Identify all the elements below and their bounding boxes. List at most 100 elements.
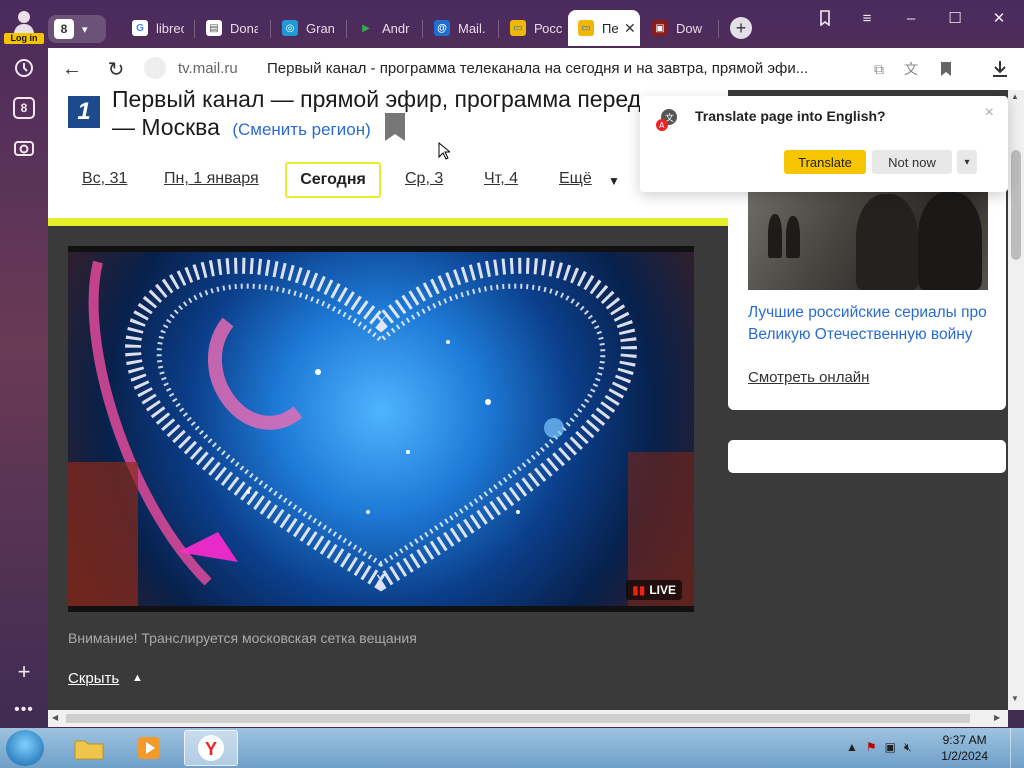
screenshot-camera-icon[interactable]: [8, 132, 40, 164]
channel-logo[interactable]: 1: [68, 96, 100, 128]
day-link-mon[interactable]: Пн, 1 января: [164, 170, 259, 188]
scroll-left-arrow-icon[interactable]: ◀: [52, 713, 58, 722]
more-days-link[interactable]: Ещё: [559, 170, 592, 188]
heart-lace-graphic: [68, 257, 694, 606]
header-accent-bar: [48, 218, 728, 226]
back-arrow-icon[interactable]: ←: [58, 56, 86, 82]
video-frame[interactable]: [68, 252, 694, 606]
vertical-scroll-thumb[interactable]: [1011, 150, 1021, 260]
tab-count-number: 8: [54, 19, 74, 39]
start-button-icon[interactable]: [6, 730, 44, 766]
play-icon: ▶: [362, 22, 370, 34]
translate-popup: 文A Translate page into English? × Transl…: [640, 96, 1008, 192]
program-header: 1 Первый канал — прямой эфир, программа …: [48, 90, 728, 218]
mouse-cursor-icon: [438, 141, 452, 160]
address-domain[interactable]: tv.mail.ru: [178, 60, 238, 77]
show-desktop-button[interactable]: [1010, 728, 1024, 768]
close-popup-icon[interactable]: ×: [985, 104, 994, 122]
download-site-icon: ▣: [652, 20, 668, 36]
downloads-icon[interactable]: [986, 56, 1014, 82]
tray-flag-icon[interactable]: ⚑: [866, 740, 877, 755]
translate-icon: 文A: [656, 108, 678, 132]
history-clock-icon[interactable]: [8, 52, 40, 84]
promo-title-link[interactable]: Лучшие российские сериалы про Великую От…: [748, 302, 988, 346]
tray-expand-icon[interactable]: ▲: [846, 740, 858, 755]
media-player-icon[interactable]: [122, 730, 176, 766]
tab-ross[interactable]: ▭ Росс: [500, 10, 568, 46]
new-tab-plus-icon[interactable]: +: [730, 17, 752, 39]
reload-icon[interactable]: ↻: [102, 56, 130, 82]
vertical-scrollbar[interactable]: ▲ ▼: [1008, 90, 1024, 710]
watch-online-link[interactable]: Смотреть онлайн: [748, 369, 869, 386]
translate-button[interactable]: Translate: [784, 150, 866, 174]
document-icon: ▤: [206, 20, 222, 36]
google-icon: G: [132, 20, 148, 36]
tray-network-icon[interactable]: ▣: [885, 740, 896, 755]
tray-volume-muted-icon[interactable]: 🔇︎: [904, 740, 912, 755]
maximize-icon[interactable]: ☐: [944, 8, 966, 28]
translate-toolbar-icon[interactable]: 文: [897, 56, 925, 82]
login-label[interactable]: Log in: [4, 33, 44, 44]
horizontal-scroll-thumb[interactable]: [66, 714, 970, 723]
live-video-player[interactable]: ▮▮ LIVE: [68, 246, 694, 612]
translate-options-chevron-icon[interactable]: ▾: [957, 150, 977, 174]
hide-player-link[interactable]: Скрыть: [68, 670, 119, 687]
day-today-tab[interactable]: Сегодня: [285, 162, 381, 198]
tab-dow[interactable]: ▣ Dow: [642, 10, 716, 46]
collections-icon[interactable]: [814, 8, 836, 28]
tab-andr[interactable]: ▶ Andr: [348, 10, 422, 46]
menu-hamburger-icon[interactable]: ≡: [856, 8, 878, 28]
add-panel-plus-icon[interactable]: +: [8, 656, 40, 688]
caret-down-icon[interactable]: ▼: [608, 174, 620, 188]
tabs-counter-icon[interactable]: 8: [8, 92, 40, 124]
scroll-down-arrow-icon[interactable]: ▼: [1011, 694, 1019, 703]
reader-mode-icon[interactable]: ⧉: [865, 56, 893, 82]
clock-time: 9:37 AM: [942, 733, 987, 747]
taskbar-clock[interactable]: 9:37 AM 1/2/2024: [941, 732, 988, 764]
close-tab-icon[interactable]: ✕: [624, 20, 636, 37]
change-region-link[interactable]: (Сменить регион): [232, 120, 370, 139]
tab-title: Dona: [230, 20, 258, 36]
mail-icon: @: [434, 20, 450, 36]
day-link-thu[interactable]: Чт, 4: [484, 170, 518, 188]
address-page-title[interactable]: Первый канал - программа телеканала на с…: [267, 60, 808, 77]
site-lock-icon[interactable]: [144, 57, 166, 79]
tv-icon: ▭: [510, 20, 526, 36]
bookmark-icon[interactable]: [384, 112, 406, 142]
tab-title: Пе: [602, 20, 618, 36]
tab-librec[interactable]: G librec: [122, 10, 192, 46]
live-badge: ▮▮ LIVE: [626, 580, 682, 600]
bookmark-toolbar-icon[interactable]: [932, 56, 960, 82]
minimize-icon[interactable]: –: [900, 8, 922, 28]
chevron-down-icon: ▾: [82, 23, 88, 36]
svg-text:Y: Y: [205, 739, 217, 759]
tab-group-counter[interactable]: 8 ▾: [48, 15, 106, 43]
page-title-region: — Москва: [112, 114, 220, 140]
tab-active-pervy[interactable]: ▭ Пе ✕: [568, 10, 640, 46]
yandex-browser-taskbar-icon[interactable]: Y: [184, 730, 238, 766]
tab-title: Dow: [676, 20, 703, 36]
browser-toolbar: ← ↻ tv.mail.ru Первый канал - программа …: [48, 48, 1024, 90]
explorer-folder-icon[interactable]: [62, 730, 116, 766]
tab-dona[interactable]: ▤ Dona: [196, 10, 268, 46]
more-dots-icon[interactable]: •••: [8, 694, 40, 726]
day-link-sun[interactable]: Вс, 31: [82, 170, 127, 188]
scroll-up-arrow-icon[interactable]: ▲: [1011, 92, 1019, 101]
promo-card[interactable]: Лучшие российские сериалы про Великую От…: [728, 186, 1006, 410]
day-link-wed[interactable]: Ср, 3: [405, 170, 443, 188]
tab-title: librec: [156, 20, 184, 36]
caret-up-icon[interactable]: ▲: [132, 672, 143, 684]
system-tray: ▲ ⚑ ▣ 🔇︎: [846, 740, 912, 755]
translate-prompt-title: Translate page into English?: [695, 108, 886, 124]
windows-taskbar: Y ▲ ⚑ ▣ 🔇︎ 9:37 AM 1/2/2024: [0, 728, 1024, 768]
horizontal-scrollbar[interactable]: ◀ ▶: [48, 710, 1008, 727]
close-window-icon[interactable]: ✕: [988, 8, 1010, 28]
promo-image[interactable]: [748, 192, 988, 290]
scroll-right-arrow-icon[interactable]: ▶: [994, 713, 1000, 722]
live-label: LIVE: [649, 583, 676, 597]
tv-icon: ▭: [578, 20, 594, 36]
tab-title: Andr: [382, 20, 410, 36]
tab-mail[interactable]: @ Mail.: [424, 10, 498, 46]
not-now-button[interactable]: Not now: [872, 150, 952, 174]
tab-grand[interactable]: ◎ Grand: [272, 10, 346, 46]
